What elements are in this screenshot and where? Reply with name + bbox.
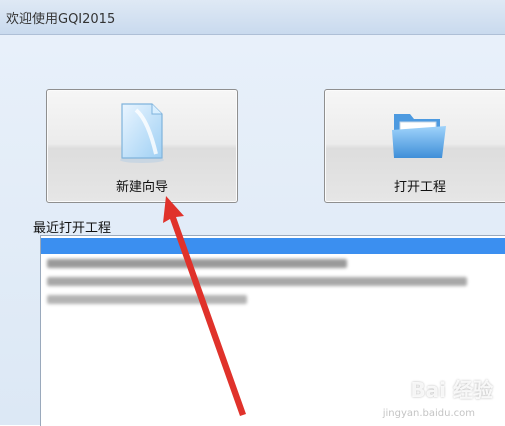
window-title: 欢迎使用GQI2015 [6,12,116,27]
title-bar[interactable]: 欢迎使用GQI2015 [0,0,505,35]
recent-project-row[interactable] [41,238,505,254]
document-icon [120,103,164,163]
baidu-watermark: Bai 经验 [410,378,493,402]
new-wizard-label: 新建向导 [115,180,168,195]
recent-projects-label: 最近打开工程 [33,221,112,236]
recent-project-row[interactable] [41,291,505,308]
recent-project-row[interactable] [41,273,505,290]
app-window: 欢迎使用GQI2015 新建向导 打开工程 最近打开工程 Bai 经验 jing… [0,0,505,426]
recent-project-row[interactable] [41,255,505,272]
baidu-watermark-url: jingyan.baidu.com [382,408,475,419]
open-project-label: 打开工程 [393,180,446,195]
new-wizard-button[interactable]: 新建向导 [46,89,238,203]
open-project-button[interactable]: 打开工程 [324,89,505,203]
folder-icon [392,114,446,158]
